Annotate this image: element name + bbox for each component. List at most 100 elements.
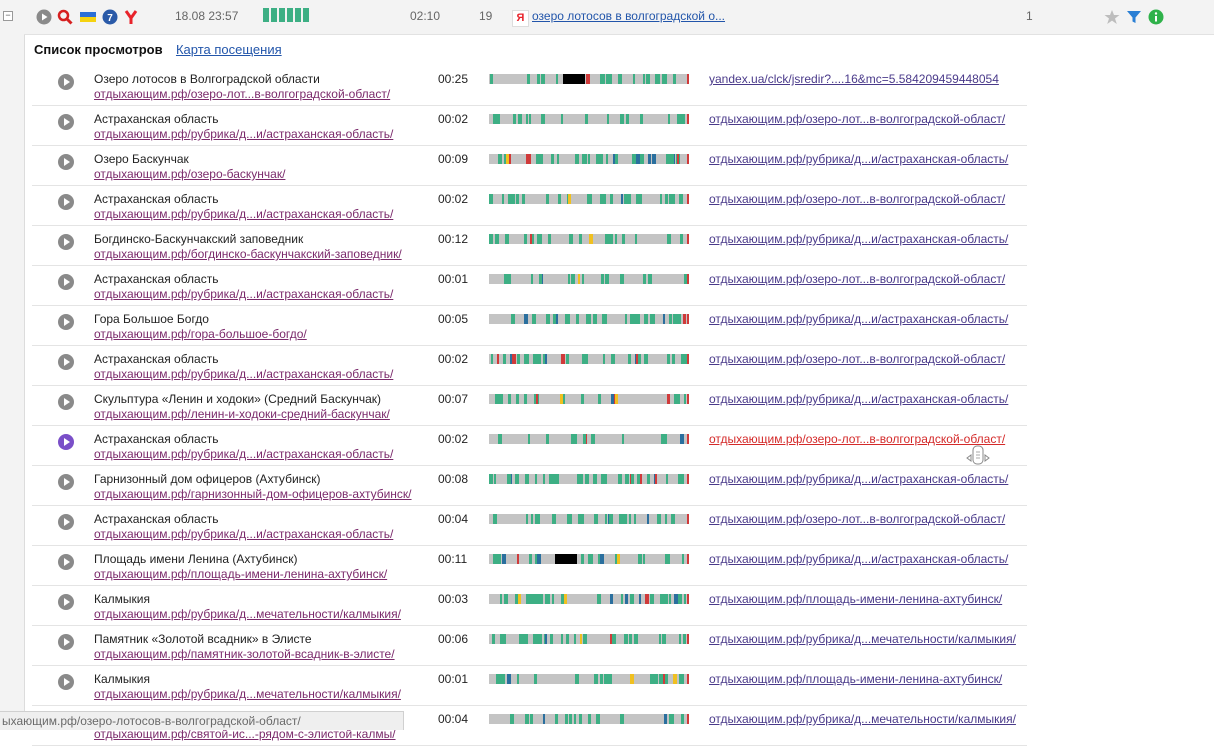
referrer-link[interactable]: yandex.ua/clck/jsredir?....16&mc=5.58420… <box>709 72 999 86</box>
page-url-link[interactable]: отдыхающим.рф/рубрика/д...и/астраханская… <box>94 207 393 221</box>
play-icon[interactable] <box>58 434 74 450</box>
time-on-page: 00:01 <box>438 272 469 286</box>
page-url-link[interactable]: отдыхающим.рф/озеро-лот...в-волгоградско… <box>94 87 390 101</box>
pageview-row: Скульптура «Ленин и ходоки» (Средний Бас… <box>32 386 1027 426</box>
referrer-link[interactable]: отдыхающим.рф/рубрика/д...и/астраханская… <box>709 152 1008 166</box>
page-url-link[interactable]: отдыхающим.рф/ленин-и-ходоки-средний-бас… <box>94 407 390 421</box>
play-icon[interactable] <box>36 9 52 25</box>
referrer-link[interactable]: отдыхающим.рф/рубрика/д...и/астраханская… <box>709 312 1008 326</box>
play-icon[interactable] <box>58 474 74 490</box>
referrer-link[interactable]: отдыхающим.рф/рубрика/д...мечательности/… <box>709 632 1016 646</box>
play-icon[interactable] <box>58 354 74 370</box>
page-url-link[interactable]: отдыхающим.рф/памятник-золотой-всадник-в… <box>94 647 395 661</box>
activity-timeline-bar <box>489 674 689 684</box>
referrer-link[interactable]: отдыхающим.рф/площадь-имени-ленина-ахтуб… <box>709 592 1002 606</box>
page-url-link[interactable]: отдыхающим.рф/богдинско-баскунчакский-за… <box>94 247 402 261</box>
page-title: Астраханская область <box>94 112 219 126</box>
play-icon[interactable] <box>58 634 74 650</box>
visit-depth: 19 <box>479 9 493 23</box>
referrer-link[interactable]: отдыхающим.рф/озеро-лот...в-волгоградско… <box>709 272 1005 286</box>
visit-map-link[interactable]: Карта посещения <box>176 42 282 57</box>
referrer-link[interactable]: отдыхающим.рф/рубрика/д...мечательности/… <box>709 712 1016 726</box>
time-on-page: 00:25 <box>438 72 469 86</box>
page-url-link[interactable]: отдыхающим.рф/рубрика/д...мечательности/… <box>94 607 401 621</box>
page-title: Астраханская область <box>94 432 219 446</box>
play-icon[interactable] <box>58 74 74 90</box>
page-url-link[interactable]: отдыхающим.рф/озеро-баскунчак/ <box>94 167 285 181</box>
activity-timeline-bar <box>489 714 689 724</box>
activity-timeline-bar <box>489 354 689 364</box>
page-title: Астраханская область <box>94 512 219 526</box>
referrer-link[interactable]: отдыхающим.рф/озеро-лот...в-волгоградско… <box>709 112 1005 126</box>
play-icon[interactable] <box>58 154 74 170</box>
referrer-link[interactable]: отдыхающим.рф/рубрика/д...и/астраханская… <box>709 472 1008 486</box>
pageview-row: Гарнизонный дом офицеров (Ахтубинск) отды… <box>32 466 1027 506</box>
pageview-row: Богдинско-Баскунчакский заповедник отдыха… <box>32 226 1027 266</box>
referrer-link[interactable]: отдыхающим.рф/рубрика/д...и/астраханская… <box>709 552 1008 566</box>
play-icon[interactable] <box>58 114 74 130</box>
play-icon[interactable] <box>58 274 74 290</box>
play-icon[interactable] <box>58 394 74 410</box>
play-icon[interactable] <box>58 234 74 250</box>
page-title: Богдинско-Баскунчакский заповедник <box>94 232 304 246</box>
filter-icon[interactable] <box>1126 9 1142 25</box>
page-url-link[interactable]: отдыхающим.рф/рубрика/д...и/астраханская… <box>94 127 393 141</box>
play-icon[interactable] <box>58 594 74 610</box>
os-windows7-icon: 7 <box>102 9 118 25</box>
session-summary-bar: 7 18.08 23:57 02:10 19 Я озеро лотосов в… <box>24 0 1214 35</box>
status-url: ыхающим.рф/озеро-лотосов-в-волгоградской… <box>2 714 301 728</box>
pageview-row: Озеро Баскунчак отдыхающим.рф/озеро-баску… <box>32 146 1027 186</box>
time-on-page: 00:06 <box>438 632 469 646</box>
time-on-page: 00:02 <box>438 352 469 366</box>
page-url-link[interactable]: отдыхающим.рф/рубрика/д...и/астраханская… <box>94 367 393 381</box>
time-on-page: 00:02 <box>438 112 469 126</box>
page-title: Площадь имени Ленина (Ахтубинск) <box>94 552 298 566</box>
referrer-link[interactable]: отдыхающим.рф/озеро-лот...в-волгоградско… <box>709 352 1005 366</box>
play-icon[interactable] <box>58 514 74 530</box>
page-url-link[interactable]: отдыхающим.рф/рубрика/д...мечательности/… <box>94 687 401 701</box>
info-icon[interactable] <box>1148 9 1164 25</box>
pageview-row: Астраханская область отдыхающим.рф/рубрик… <box>32 506 1027 546</box>
time-on-page: 00:12 <box>438 232 469 246</box>
activity-timeline-bar <box>489 274 689 284</box>
search-icon <box>57 9 73 25</box>
collapse-toggle[interactable]: − <box>3 11 13 21</box>
page-url-link[interactable]: отдыхающим.рф/рубрика/д...и/астраханская… <box>94 527 393 541</box>
star-icon[interactable] <box>1104 9 1120 25</box>
play-icon[interactable] <box>58 674 74 690</box>
pageview-row: Астраханская область отдыхающим.рф/рубрик… <box>32 106 1027 146</box>
activity-timeline-bar <box>489 394 689 404</box>
visit-duration: 02:10 <box>410 9 441 23</box>
activity-timeline-bar <box>489 554 689 564</box>
activity-timeline-bar <box>489 594 689 604</box>
play-icon[interactable] <box>58 194 74 210</box>
play-icon[interactable] <box>58 314 74 330</box>
page-url-link[interactable]: отдыхающим.рф/рубрика/д...и/астраханская… <box>94 447 393 461</box>
ukraine-flag-icon <box>80 12 96 22</box>
left-gutter: − <box>0 0 25 729</box>
list-header: Список просмотров Карта посещения <box>34 42 282 57</box>
page-title: Гора Большое Богдо <box>94 312 209 326</box>
activity-timeline-bar <box>489 194 689 204</box>
page-title: Астраханская область <box>94 352 219 366</box>
page-title: Калмыкия <box>94 592 150 606</box>
page-title: Гарнизонный дом офицеров (Ахтубинск) <box>94 472 321 486</box>
referrer-link[interactable]: отдыхающим.рф/озеро-лот...в-волгоградско… <box>709 432 1005 446</box>
page-url-link[interactable]: отдыхающим.рф/гора-большое-богдо/ <box>94 327 307 341</box>
referrer-link[interactable]: отдыхающим.рф/рубрика/д...и/астраханская… <box>709 392 1008 406</box>
play-icon[interactable] <box>58 554 74 570</box>
page-url-link[interactable]: отдыхающим.рф/рубрика/д...и/астраханская… <box>94 287 393 301</box>
page-url-link[interactable]: отдыхающим.рф/площадь-имени-ленина-ахтуб… <box>94 567 387 581</box>
entry-page-link[interactable]: озеро лотосов в волгоградской о... <box>532 9 742 23</box>
visit-count: 1 <box>1026 9 1033 23</box>
svg-text:7: 7 <box>107 13 113 24</box>
time-on-page: 00:03 <box>438 592 469 606</box>
activity-timeline-bar <box>489 434 689 444</box>
pageview-row: Астраханская область отдыхающим.рф/рубрик… <box>32 346 1027 386</box>
referrer-link[interactable]: отдыхающим.рф/озеро-лот...в-волгоградско… <box>709 512 1005 526</box>
page-title: Калмыкия <box>94 672 150 686</box>
referrer-link[interactable]: отдыхающим.рф/рубрика/д...и/астраханская… <box>709 232 1008 246</box>
page-url-link[interactable]: отдыхающим.рф/гарнизонный-дом-офицеров-а… <box>94 487 412 501</box>
referrer-link[interactable]: отдыхающим.рф/площадь-имени-ленина-ахтуб… <box>709 672 1002 686</box>
referrer-link[interactable]: отдыхающим.рф/озеро-лот...в-волгоградско… <box>709 192 1005 206</box>
